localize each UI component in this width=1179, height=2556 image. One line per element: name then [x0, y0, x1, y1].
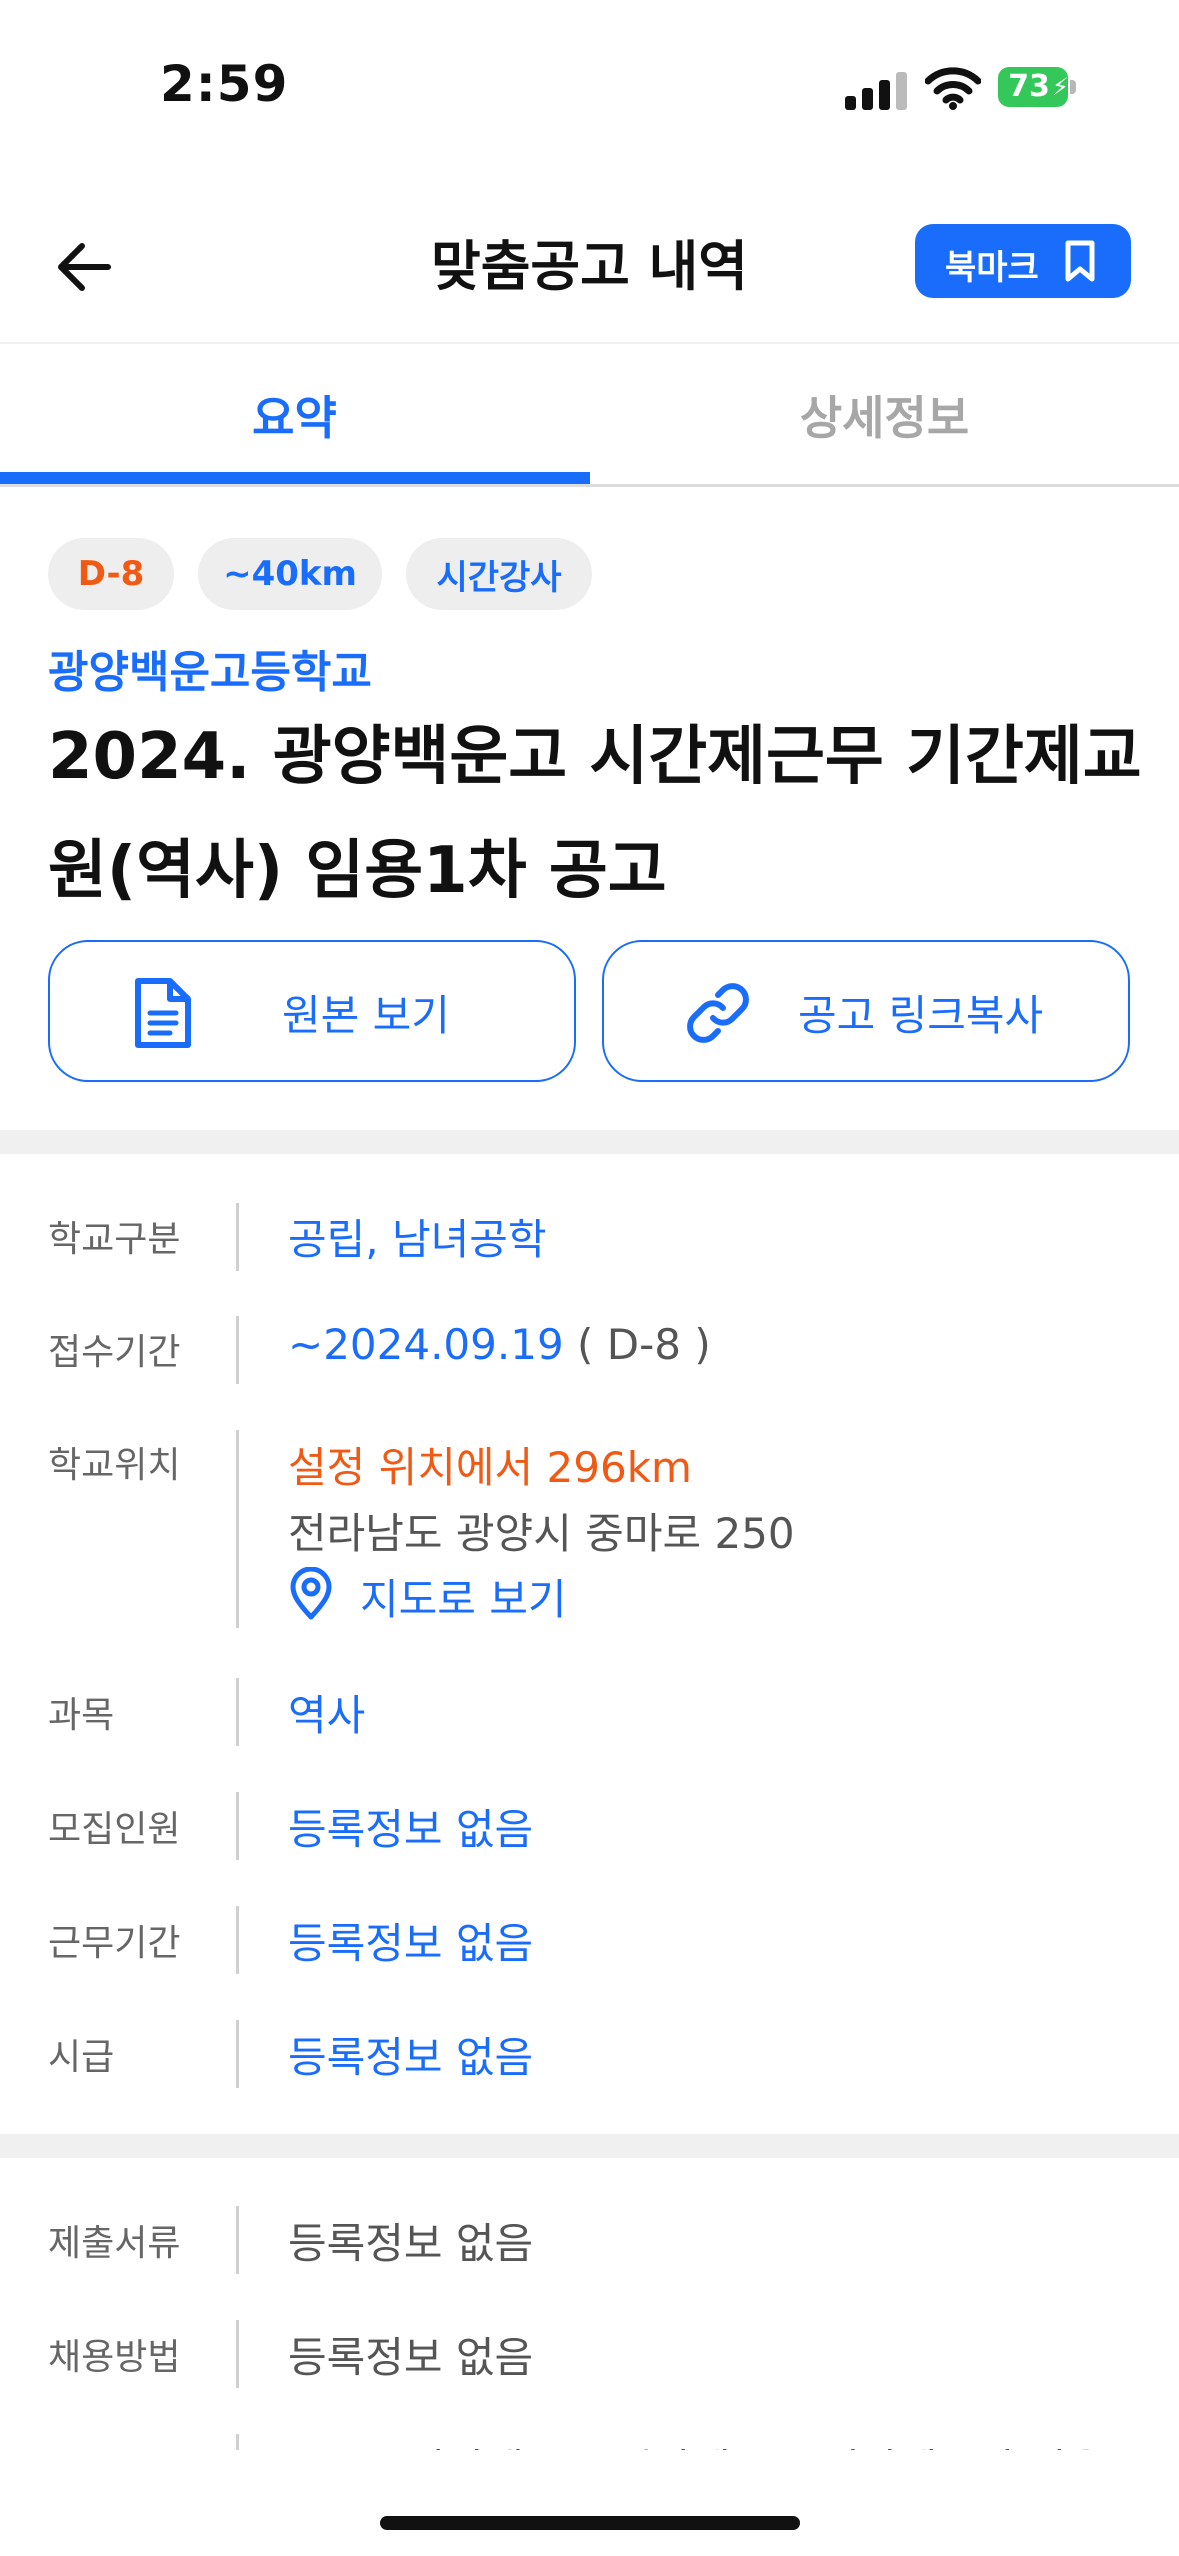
location-label: 학교위치	[48, 1445, 181, 1486]
status-time: 2:59	[160, 55, 289, 113]
method-label: 채용방법	[48, 2337, 181, 2378]
job-title-line-1: 2024. 광양백운고 시간제근무 기간제교	[48, 720, 1142, 794]
job-title-line-2: 원(역사) 임용1차 공고	[48, 834, 667, 908]
documents-label: 제출서류	[48, 2223, 181, 2264]
copy-link-label: 공고 링크복사	[798, 991, 1044, 1040]
active-tab-indicator	[0, 472, 590, 484]
view-original-button[interactable]: 원본 보기	[48, 940, 576, 1082]
bookmark-button[interactable]: 북마크	[915, 224, 1131, 298]
row-divider	[236, 1316, 239, 1384]
document-icon	[135, 978, 191, 1048]
distance-chip: ~40km	[198, 538, 382, 610]
subject-label: 과목	[48, 1695, 115, 1736]
row-divider	[236, 1678, 239, 1746]
period-dday: ( D-8 )	[563, 1320, 711, 1369]
copy-link-button[interactable]: 공고 링크복사	[602, 940, 1130, 1082]
subject-value: 역사	[288, 1691, 366, 1740]
location-pin-icon	[290, 1567, 332, 1620]
tab-bar: 요약 상세정보	[0, 344, 1179, 486]
section-separator	[0, 2134, 1179, 2158]
work-period-label: 근무기간	[48, 1923, 181, 1964]
row-divider	[236, 1906, 239, 1974]
cellular-signal-icon	[845, 72, 907, 110]
battery-percent: 73	[1008, 69, 1050, 104]
bookmark-label: 북마크	[945, 248, 1039, 288]
school-name: 광양백운고등학교	[48, 647, 372, 698]
school-type-value: 공립, 남녀공학	[288, 1215, 547, 1264]
wifi-icon	[925, 67, 981, 110]
location-address: 전라남도 광양시 중마로 250	[288, 1509, 795, 1558]
job-type-chip: 시간강사	[406, 538, 592, 610]
hourly-pay-value: 등록정보 없음	[288, 2033, 534, 2082]
status-bar: 2:59 73 ⚡	[0, 0, 1179, 170]
view-map-link[interactable]: 지도로 보기	[360, 1566, 567, 1627]
view-original-label: 원본 보기	[282, 991, 450, 1040]
row-divider	[236, 2020, 239, 2088]
hourly-pay-label: 시급	[48, 2037, 115, 2078]
period-label: 접수기간	[48, 1332, 181, 1373]
bookmark-icon	[1065, 240, 1095, 282]
period-date: ~2024.09.19	[288, 1320, 564, 1369]
tab-summary[interactable]: 요약	[0, 382, 589, 448]
row-divider	[236, 1792, 239, 1860]
section-separator	[0, 1130, 1179, 1154]
period-value: ~2024.09.19 ( D-8 )	[288, 1320, 711, 1369]
tab-details[interactable]: 상세정보	[590, 382, 1179, 448]
work-period-value: 등록정보 없음	[288, 1919, 534, 1968]
school-type-label: 학교구분	[48, 1219, 181, 1260]
method-value: 등록정보 없음	[288, 2333, 534, 2382]
documents-value: 등록정보 없음	[288, 2219, 534, 2268]
row-divider	[236, 2206, 239, 2274]
app-header: 맞춤공고 내역 북마크	[0, 200, 1179, 340]
deadline-chip: D-8	[48, 538, 174, 610]
recruits-label: 모집인원	[48, 1809, 181, 1850]
home-indicator[interactable]	[380, 2516, 800, 2530]
row-divider	[236, 2320, 239, 2388]
link-icon	[687, 983, 749, 1043]
recruits-value: 등록정보 없음	[288, 1805, 534, 1854]
row-divider	[236, 1203, 239, 1271]
scroll-clip-area	[0, 2450, 1179, 2556]
location-distance: 설정 위치에서 296km	[288, 1443, 692, 1492]
battery-icon: 73 ⚡	[998, 67, 1078, 107]
tab-divider	[0, 484, 1179, 487]
row-divider	[236, 1430, 239, 1628]
job-title: 2024. 광양백운고 시간제근무 기간제교 원(역사) 임용1차 공고	[48, 700, 1148, 928]
